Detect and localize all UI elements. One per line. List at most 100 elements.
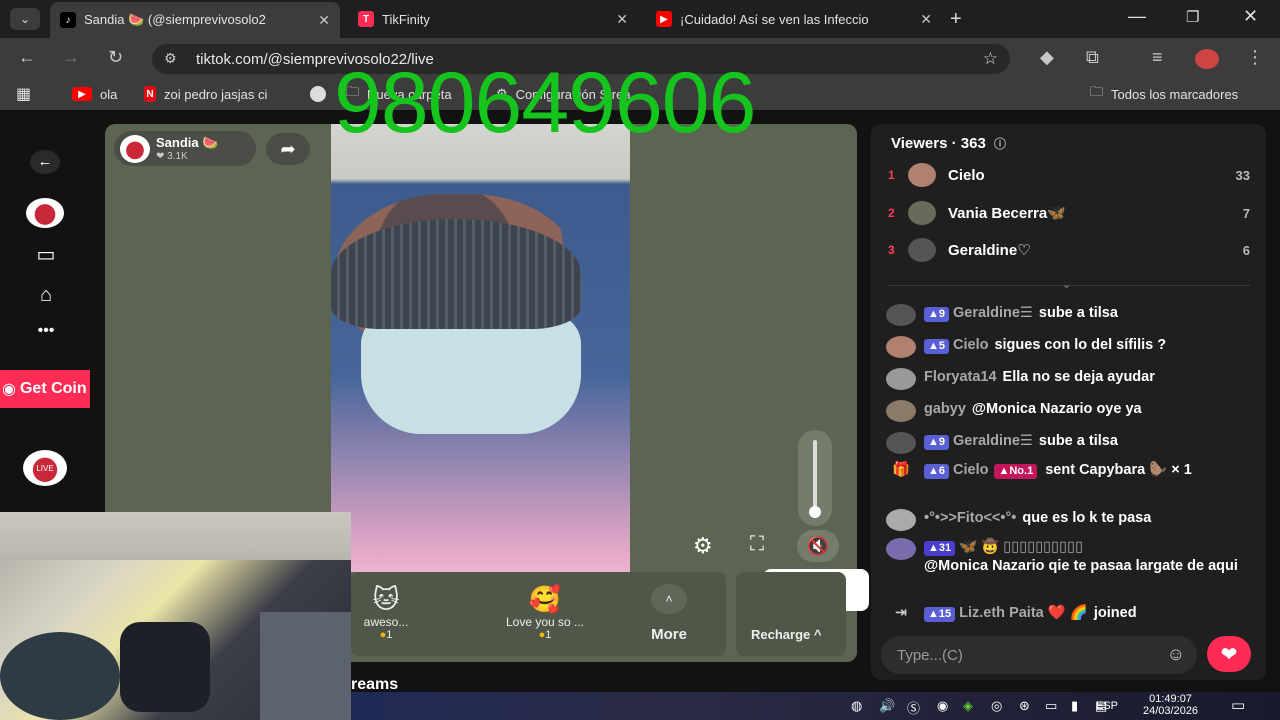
chat-username: 🦋 🤠 ▯▯▯▯▯▯▯▯▯▯	[959, 539, 1084, 555]
tab-tiktok-live[interactable]: ♪ Sandia 🍉 (@siemprevivosolo2 ✕	[50, 2, 340, 38]
menu-icon[interactable]: ⋮	[1246, 47, 1264, 68]
more-gifts-button[interactable]: ˄ More	[640, 584, 698, 643]
skype-icon[interactable]: Ⓢ	[907, 698, 920, 717]
obs-icon[interactable]: ◎	[991, 698, 1002, 714]
chat-message[interactable]: ▲5 Cielo sigues con lo del sífilis ?	[886, 336, 1256, 358]
face-mask	[361, 314, 581, 434]
volume-slider[interactable]	[798, 430, 832, 526]
maximize-button[interactable]: ❐	[1186, 8, 1199, 26]
mic-icon[interactable]: ▮	[1071, 698, 1078, 714]
chat-message[interactable]: ▲31 🦋 🤠 ▯▯▯▯▯▯▯▯▯▯ @Monica Nazario qie te …	[886, 538, 1256, 576]
level-badge: ▲9	[924, 435, 950, 450]
chat-message[interactable]: Floryata14 Ella no se deja ayudar	[886, 368, 1256, 390]
clock[interactable]: 01:49:07 24/03/2026	[1143, 693, 1198, 717]
minimize-button[interactable]: —	[1128, 6, 1146, 27]
chat-username: Liz.eth Paita ❤️ 🌈	[959, 605, 1088, 621]
tiktok-icon: ♪	[60, 12, 76, 28]
viewer-name: Geraldine♡	[948, 242, 1031, 259]
user-avatar	[886, 368, 916, 390]
bookmark-star-icon[interactable]: ☆	[983, 49, 998, 69]
chat-username: Geraldine☰	[953, 305, 1033, 321]
heart-face-gift-icon: 🥰	[528, 584, 562, 614]
back-arrow-icon[interactable]: ←	[30, 150, 60, 174]
level-badge: ▲9	[924, 307, 950, 322]
tab-youtube[interactable]: ▶ ¡Cuidado! Así se ven las Infeccio ✕	[646, 4, 942, 34]
expand-chevron-icon[interactable]: ⌄	[1062, 278, 1071, 291]
viewers-header[interactable]: Viewers · 363 ⓘ	[891, 135, 1006, 152]
close-tab-icon[interactable]: ✕	[318, 12, 330, 29]
bookmark-ola[interactable]: ▶ ola	[72, 84, 117, 104]
tray-icon[interactable]: ◉	[937, 698, 948, 714]
reload-icon[interactable]: ↻	[108, 47, 123, 68]
mute-icon[interactable]: 🔇	[797, 530, 839, 562]
windows-taskbar: ◍ 🔊 Ⓢ ◉ ◈ ◎ ⊛ ▭ ▮ ▤ ESP 01:49:07 24/03/2…	[351, 692, 1280, 720]
steam-icon[interactable]: ⊛	[1019, 698, 1030, 714]
chair	[120, 622, 210, 712]
settings-gear-icon[interactable]: ⚙	[693, 533, 713, 559]
notification-icon[interactable]: ▭	[1231, 696, 1245, 714]
top-viewer[interactable]: 1 Cielo 33	[888, 162, 1250, 188]
chat-message[interactable]: ▲9 Geraldine☰ sube a tilsa	[886, 304, 1256, 326]
tv-play-icon[interactable]: ⌂	[30, 284, 62, 307]
help-icon[interactable]: ⓘ	[994, 137, 1006, 151]
puzzle-icon[interactable]: ⧉	[1086, 47, 1099, 68]
get-coins-button[interactable]: ◉ Get Coin	[0, 370, 90, 408]
tab-title: Sandia 🍉 (@siemprevivosolo2	[84, 12, 266, 27]
new-tab-button[interactable]: +	[950, 8, 962, 31]
chat-text: sent Capybara 🦫 × 1	[1045, 462, 1192, 478]
bookmark-zoi[interactable]: Nzoi pedro jasjas ci	[144, 84, 267, 104]
emoji-icon[interactable]: ☺	[1167, 644, 1185, 665]
close-tab-icon[interactable]: ✕	[920, 11, 932, 28]
host-info[interactable]: Sandia 🍉 ❤ 3.1K	[114, 131, 256, 166]
viewer-rank: 1	[888, 168, 895, 182]
gift-awesome[interactable]: 🐱 aweso... ●1	[351, 584, 421, 641]
apps-icon[interactable]: ▦	[16, 84, 31, 104]
chat-message[interactable]: ⇥ ▲15 Liz.eth Paita ❤️ 🌈 joined	[886, 604, 1256, 626]
viewers-count: Viewers · 363	[891, 135, 986, 152]
folder-icon: 🗀	[1090, 84, 1104, 99]
chat-message[interactable]: gabyy @Monica Nazario oye ya	[886, 400, 1256, 422]
site-settings-icon[interactable]: ⚙	[164, 50, 177, 67]
close-tab-icon[interactable]: ✕	[616, 11, 628, 28]
chat-message[interactable]: 🎁 ▲6 Cielo ▲No.1 sent Capybara 🦫 × 1	[886, 461, 1256, 483]
following-avatar[interactable]	[26, 198, 64, 228]
chat-message[interactable]: ▲9 Geraldine☰ sube a tilsa	[886, 432, 1256, 454]
viewer-name: Vania Becerra🦋	[948, 205, 1066, 222]
like-heart-button[interactable]: ❤	[1207, 636, 1251, 672]
top-viewer[interactable]: 3 Geraldine♡ 6	[888, 237, 1250, 263]
network-icon[interactable]: ▭	[1045, 698, 1057, 714]
discord-icon[interactable]: ◍	[851, 698, 862, 714]
recharge-button[interactable]: Recharge ^	[751, 627, 821, 642]
level-badge: ▲15	[924, 607, 956, 622]
live-video[interactable]	[331, 124, 630, 572]
nvidia-icon[interactable]: ◈	[963, 698, 973, 714]
profile-avatar[interactable]	[1195, 49, 1219, 69]
gift-name: aweso...	[363, 615, 409, 629]
close-window-button[interactable]: ✕	[1243, 6, 1258, 27]
chat-input[interactable]: Type...(C) ☺	[881, 636, 1197, 674]
user-avatar	[886, 432, 916, 454]
share-icon[interactable]: ➦	[266, 133, 310, 165]
viewer-avatar	[908, 201, 936, 225]
live-avatar[interactable]: LIVE	[23, 450, 67, 486]
video-camera-icon[interactable]: ▭	[30, 242, 62, 267]
media-icon[interactable]: ≡	[1152, 47, 1163, 68]
more-icon[interactable]: •••	[30, 322, 62, 340]
extension-icon[interactable]: ◆	[1040, 47, 1054, 68]
forward-icon[interactable]: →	[62, 47, 80, 68]
viewer-rank: 3	[888, 243, 895, 257]
chat-message[interactable]: •°•>>Fito<<•°• que es lo k te pasa	[886, 509, 1256, 531]
bookmark-edge-icon[interactable]	[310, 84, 326, 104]
tab-search-button[interactable]: ⌄	[10, 8, 40, 30]
back-icon[interactable]: ←	[18, 47, 36, 68]
top-viewer[interactable]: 2 Vania Becerra🦋 7	[888, 200, 1250, 226]
gift-love-you[interactable]: 🥰 Love you so ... ●1	[485, 584, 605, 641]
chat-username: gabyy	[924, 401, 966, 417]
volume-knob[interactable]	[809, 506, 821, 518]
person	[0, 632, 120, 720]
all-bookmarks[interactable]: 🗀 Todos los marcadores	[1090, 84, 1238, 104]
ceiling	[0, 512, 351, 560]
speaker-icon[interactable]: 🔊	[879, 698, 895, 714]
tab-tikfinity[interactable]: T TikFinity ✕	[348, 4, 638, 34]
fullscreen-icon[interactable]: ⛶	[750, 533, 764, 556]
